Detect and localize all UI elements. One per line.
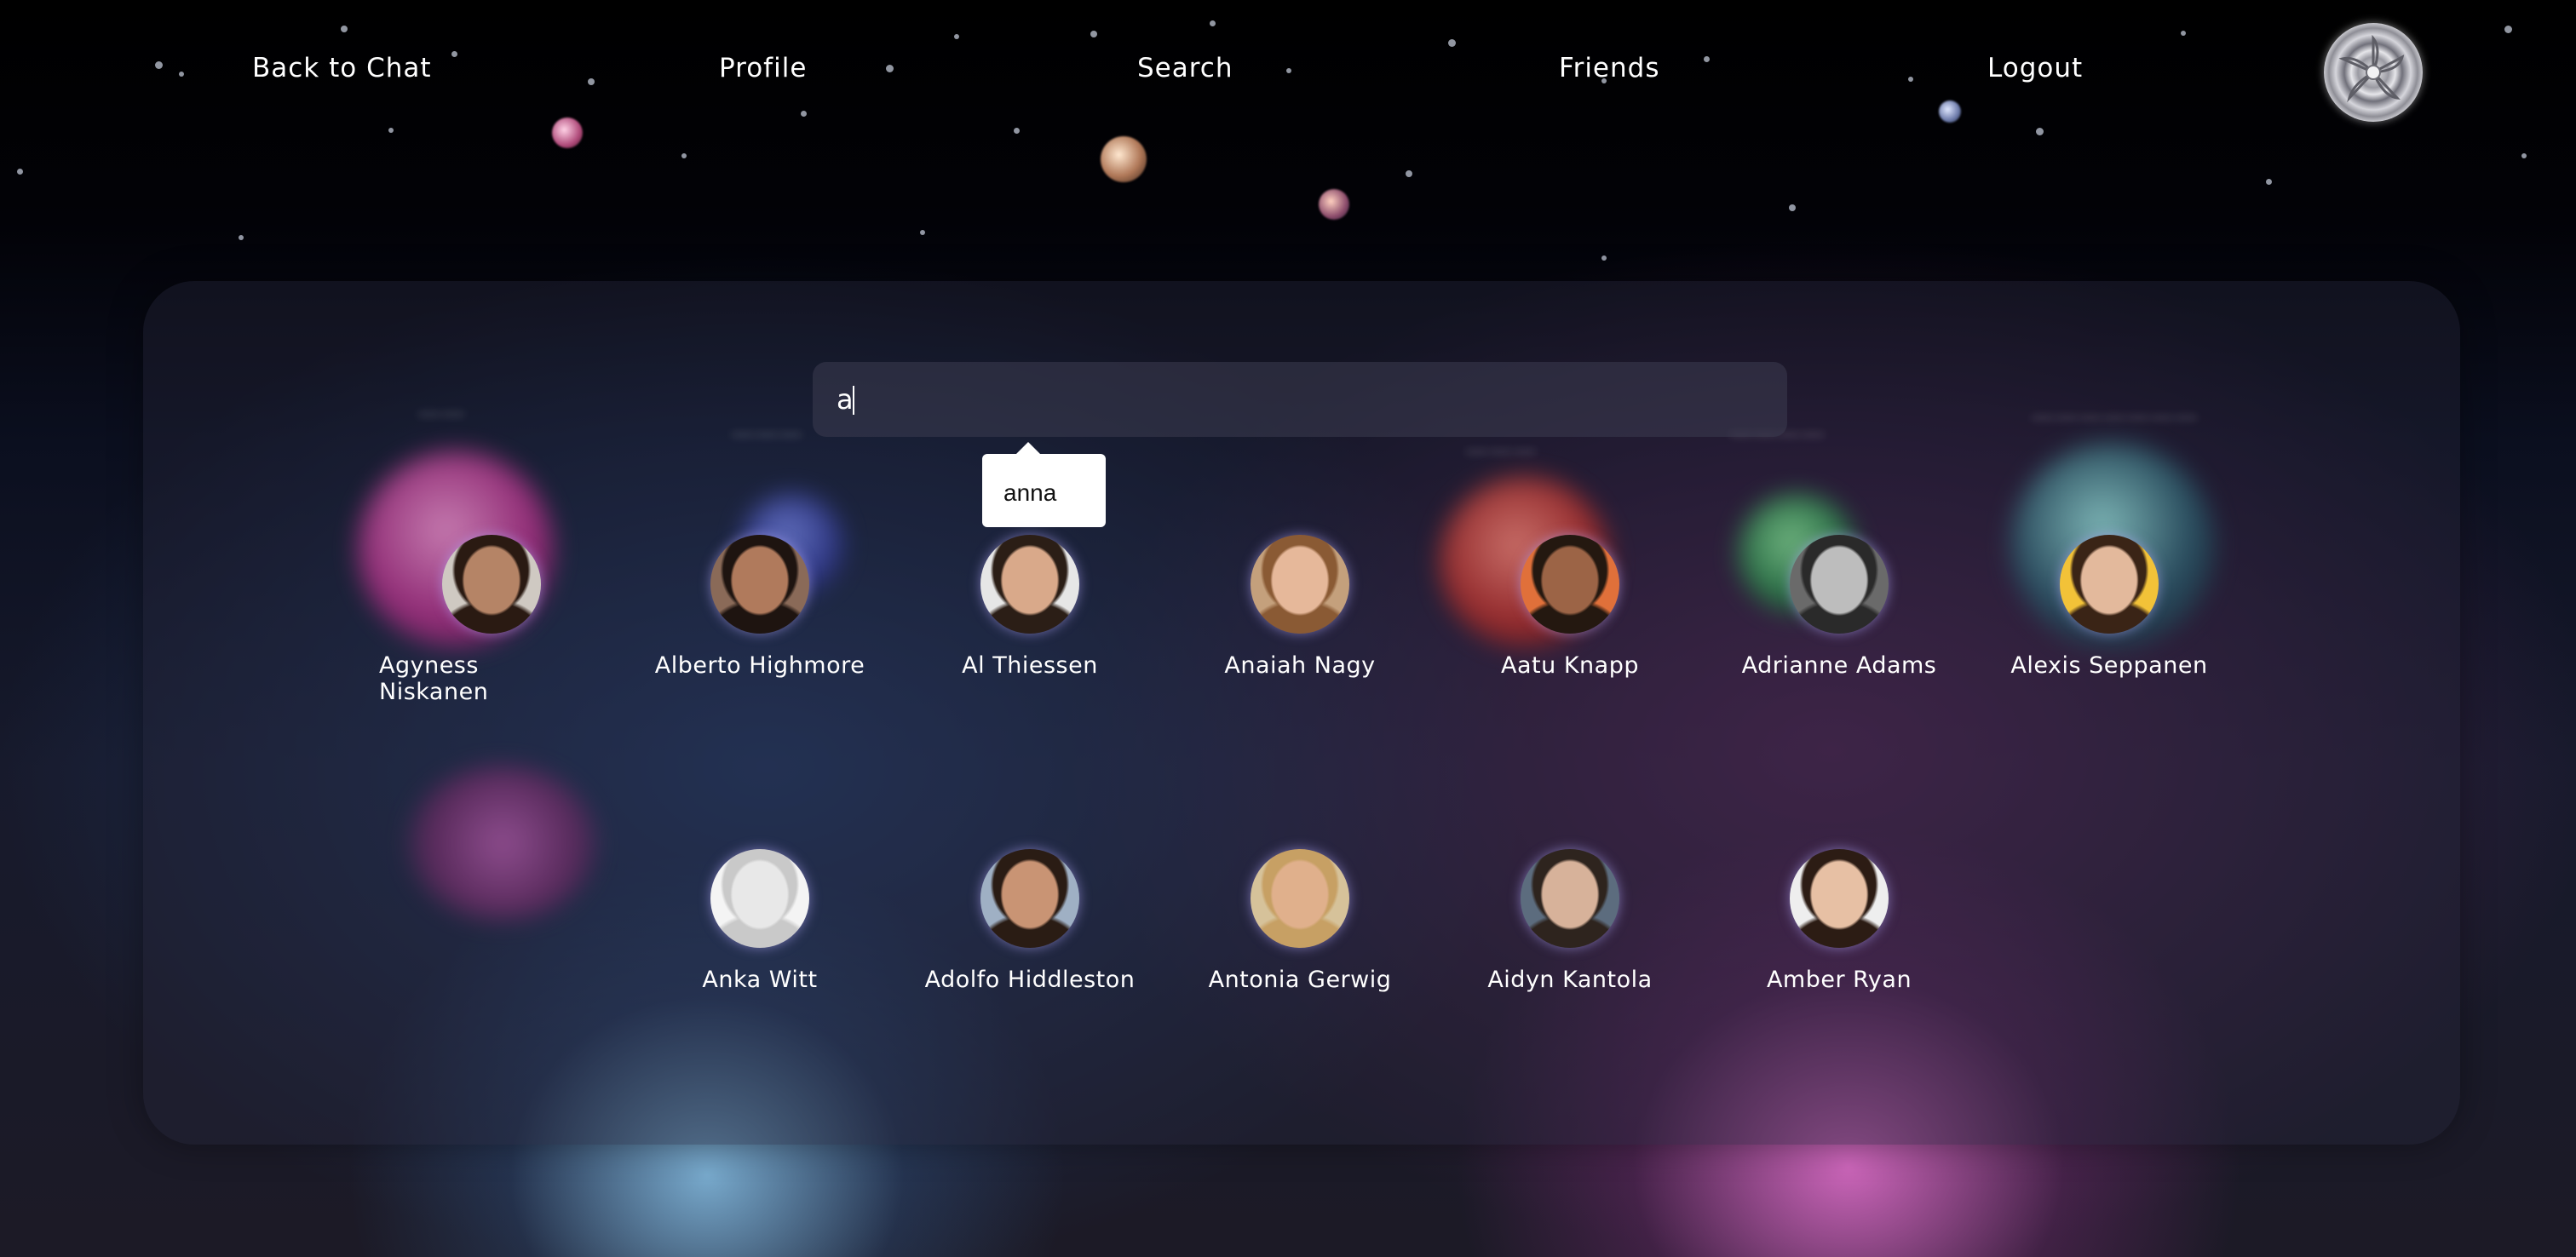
silver-flower-logo-icon[interactable] <box>2324 23 2423 122</box>
star-decoration <box>588 78 595 85</box>
user-name: Alberto Highmore <box>654 652 865 679</box>
user-name: Anka Witt <box>702 967 818 993</box>
blurred-text-decoration: ——————— <box>2031 402 2198 430</box>
star-decoration <box>1286 68 1291 73</box>
star-decoration <box>681 153 687 158</box>
user-name: Al Thiessen <box>962 652 1098 679</box>
star-decoration <box>1789 204 1796 211</box>
star-decoration <box>179 72 184 77</box>
user-name: Aidyn Kantola <box>1487 967 1653 993</box>
star-decoration <box>1704 56 1710 62</box>
flower-petals-icon <box>2338 34 2405 100</box>
text-caret <box>853 386 854 415</box>
star-decoration <box>801 111 807 117</box>
user-name: Antonia Gerwig <box>1208 967 1392 993</box>
planet-decoration <box>552 118 583 148</box>
nav-profile[interactable]: Profile <box>719 53 807 83</box>
star-decoration <box>388 128 394 133</box>
star-decoration <box>1908 77 1913 82</box>
star-decoration <box>1448 39 1456 47</box>
user-card[interactable]: Alberto Highmore <box>649 535 871 679</box>
star-decoration <box>2181 31 2186 36</box>
star-decoration <box>1090 31 1097 37</box>
star-decoration <box>341 26 348 32</box>
star-decoration <box>2036 128 2044 135</box>
user-name: Adolfo Hiddleston <box>924 967 1136 993</box>
blurred-text-decoration: —— <box>417 399 465 427</box>
avatar <box>1251 849 1349 948</box>
star-decoration <box>17 169 23 175</box>
star-decoration <box>1406 170 1412 177</box>
search-suggestion-item[interactable]: anna <box>982 442 1106 527</box>
user-card[interactable]: Antonia Gerwig <box>1189 849 1411 993</box>
avatar <box>2060 535 2159 634</box>
user-card[interactable]: Al Thiessen <box>919 535 1141 679</box>
star-decoration <box>1601 255 1607 261</box>
avatar <box>1251 535 1349 634</box>
avatar <box>1790 849 1889 948</box>
user-card[interactable]: Anaiah Nagy <box>1189 535 1411 679</box>
user-name: Amber Ryan <box>1766 967 1912 993</box>
user-card[interactable]: Aatu Knapp <box>1459 535 1681 679</box>
avatar <box>980 535 1079 634</box>
user-card[interactable]: Aidyn Kantola <box>1459 849 1681 993</box>
star-decoration <box>239 235 244 240</box>
avatar <box>710 849 809 948</box>
user-card[interactable]: Anka Witt <box>649 849 871 993</box>
user-name: Alexis Seppanen <box>2010 652 2208 679</box>
nav-search[interactable]: Search <box>1137 53 1233 83</box>
user-card[interactable]: Adrianne Adams <box>1728 535 1950 679</box>
star-decoration <box>155 61 163 69</box>
star-decoration <box>920 230 925 235</box>
user-card[interactable]: Alexis Seppanen <box>1998 535 2220 679</box>
user-name: Aatu Knapp <box>1501 652 1639 679</box>
star-decoration <box>451 51 457 57</box>
star-decoration <box>1210 20 1216 26</box>
user-card[interactable]: Agyness Niskanen <box>377 535 590 705</box>
blurred-text-decoration: ——— <box>731 419 802 447</box>
avatar <box>1521 849 1619 948</box>
search-input[interactable] <box>813 362 1787 437</box>
planet-decoration <box>1319 189 1349 220</box>
user-name: Adrianne Adams <box>1741 652 1937 679</box>
user-name: Anaiah Nagy <box>1224 652 1376 679</box>
nav-back-to-chat[interactable]: Back to Chat <box>252 53 432 83</box>
nav-logout[interactable]: Logout <box>1987 53 2083 83</box>
user-card[interactable]: Amber Ryan <box>1728 849 1950 993</box>
star-decoration <box>1014 128 1020 134</box>
avatar <box>442 535 541 634</box>
nav-friends[interactable]: Friends <box>1559 53 1659 83</box>
space-background: Back to Chat Profile Search Friends Logo… <box>0 0 2576 1257</box>
star-decoration <box>886 65 894 72</box>
star-decoration <box>954 34 959 39</box>
star-decoration <box>2521 153 2527 158</box>
star-decoration <box>2504 26 2512 33</box>
avatar <box>1521 535 1619 634</box>
star-decoration <box>2266 179 2272 185</box>
blurred-text-decoration: ——— <box>1465 436 1537 464</box>
avatar <box>980 849 1079 948</box>
blurred-planet-decoration <box>409 766 596 920</box>
avatar <box>710 535 809 634</box>
planet-decoration <box>1939 100 1961 123</box>
user-name: Agyness Niskanen <box>379 652 489 705</box>
user-card[interactable]: Adolfo Hiddleston <box>919 849 1141 993</box>
avatar <box>1790 535 1889 634</box>
planet-decoration <box>1101 136 1147 182</box>
